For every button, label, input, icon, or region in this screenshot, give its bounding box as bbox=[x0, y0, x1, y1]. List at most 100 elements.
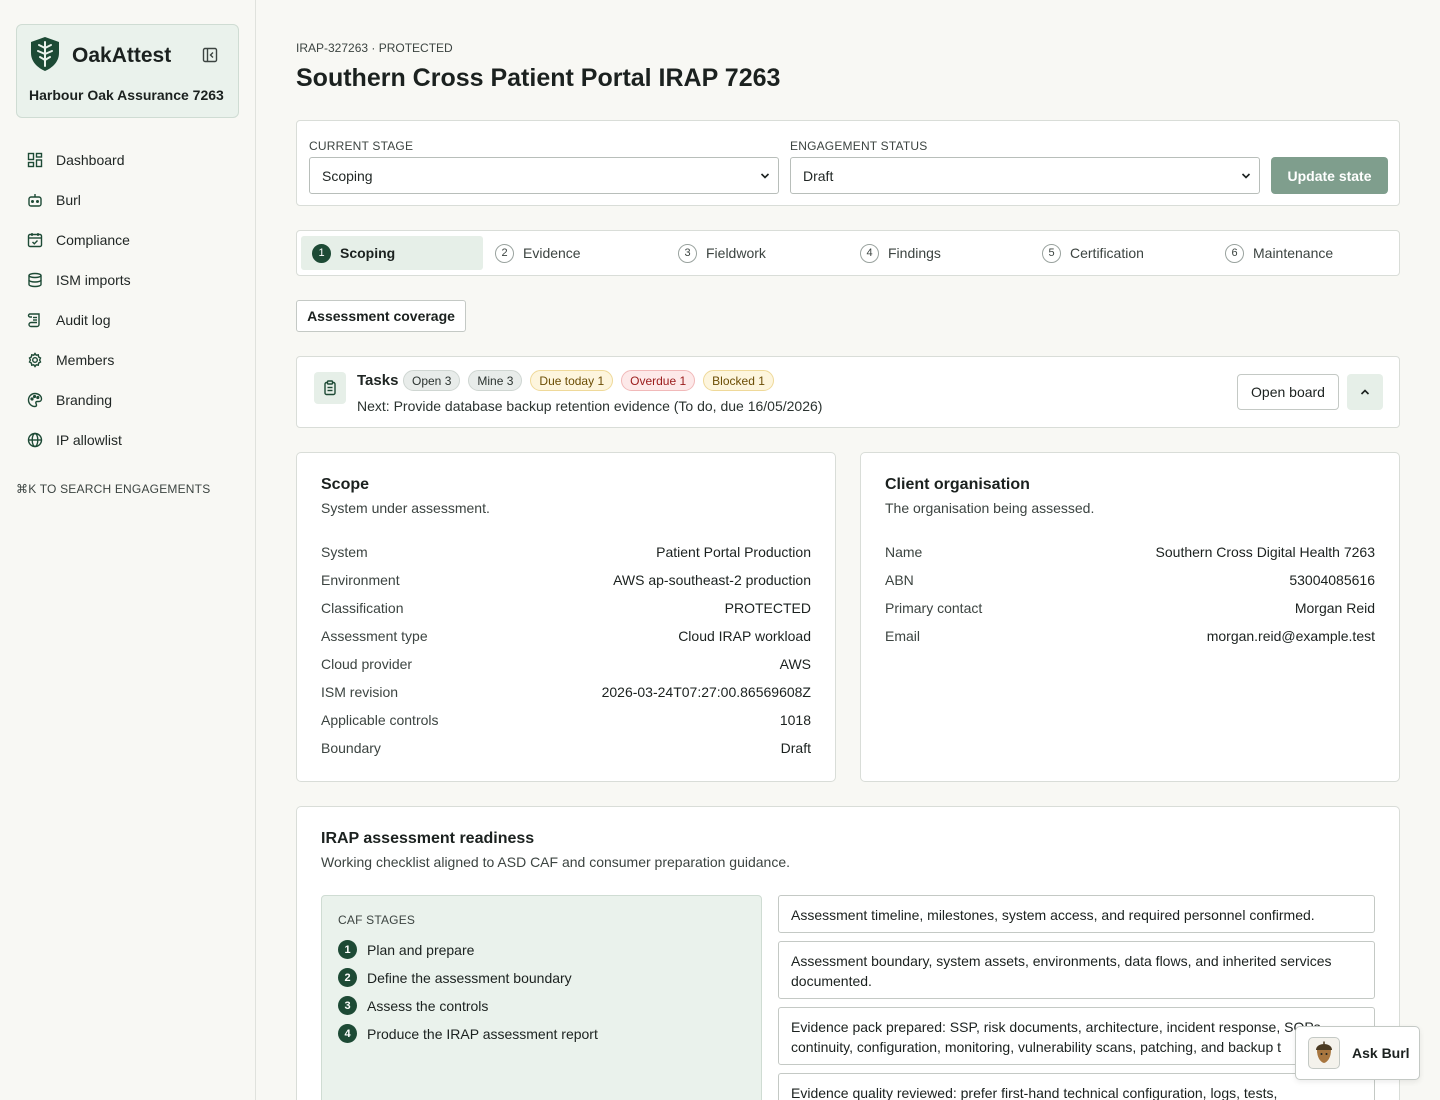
status-label: ENGAGEMENT STATUS bbox=[790, 139, 928, 153]
scope-row: Assessment type Cloud IRAP workload bbox=[321, 622, 811, 650]
step-certification[interactable]: 5 Certification bbox=[1031, 236, 1213, 270]
collapse-sidebar-icon[interactable] bbox=[202, 47, 218, 63]
checklist-item[interactable]: Evidence pack prepared: SSP, risk docume… bbox=[778, 1007, 1375, 1065]
step-fieldwork[interactable]: 3 Fieldwork bbox=[667, 236, 849, 270]
task-badges: Open 3 Mine 3 Due today 1 Overdue 1 Bloc… bbox=[403, 370, 774, 391]
database-icon bbox=[28, 272, 42, 288]
sidebar-item-burl[interactable]: Burl bbox=[16, 180, 240, 220]
checklist-item[interactable]: Evidence quality reviewed: prefer first-… bbox=[778, 1073, 1375, 1100]
row-value: Draft bbox=[780, 740, 811, 756]
badge-mine[interactable]: Mine 3 bbox=[468, 370, 523, 391]
row-value: AWS ap-southeast-2 production bbox=[613, 572, 811, 588]
sidebar-item-label: Branding bbox=[56, 392, 113, 408]
row-key: ISM revision bbox=[321, 684, 399, 700]
row-value: 2026-03-24T07:27:00.86569608Z bbox=[601, 684, 811, 700]
ask-burl-button[interactable]: Ask Burl bbox=[1295, 1026, 1420, 1080]
assessment-coverage-button[interactable]: Assessment coverage bbox=[296, 300, 466, 332]
caf-stage-item: 3 Assess the controls bbox=[338, 996, 488, 1015]
org-name: Harbour Oak Assurance 7263 bbox=[29, 87, 224, 103]
row-key: Environment bbox=[321, 572, 400, 588]
caf-stage-number: 3 bbox=[338, 996, 357, 1015]
scope-row: Classification PROTECTED bbox=[321, 594, 811, 622]
badge-due-today[interactable]: Due today 1 bbox=[530, 370, 614, 391]
client-row: Email morgan.reid@example.test bbox=[885, 622, 1375, 650]
collapse-tasks-button[interactable] bbox=[1347, 374, 1383, 410]
tasks-title: Tasks bbox=[357, 372, 399, 389]
chevron-down-icon bbox=[1241, 173, 1251, 179]
sidebar-item-ip-allowlist[interactable]: IP allowlist bbox=[16, 420, 240, 460]
row-key: Name bbox=[885, 544, 923, 560]
step-scoping[interactable]: 1 Scoping bbox=[301, 236, 483, 270]
oak-shield-logo bbox=[31, 37, 59, 71]
step-number: 5 bbox=[1042, 243, 1061, 263]
step-maintenance[interactable]: 6 Maintenance bbox=[1214, 236, 1396, 270]
scope-row: Boundary Draft bbox=[321, 734, 811, 762]
stage-select[interactable]: Scoping bbox=[309, 157, 779, 194]
step-number: 4 bbox=[860, 243, 879, 263]
step-label: Evidence bbox=[523, 245, 581, 261]
sidebar-item-ism-imports[interactable]: ISM imports bbox=[16, 260, 240, 300]
client-subtitle: The organisation being assessed. bbox=[885, 500, 1095, 516]
scope-subtitle: System under assessment. bbox=[321, 500, 490, 516]
sidebar-item-compliance[interactable]: Compliance bbox=[16, 220, 240, 260]
step-findings[interactable]: 4 Findings bbox=[849, 236, 1031, 270]
row-value: Patient Portal Production bbox=[656, 544, 811, 560]
sidebar-item-audit-log[interactable]: Audit log bbox=[16, 300, 240, 340]
row-key: Boundary bbox=[321, 740, 381, 756]
status-select-value: Draft bbox=[803, 167, 834, 184]
row-value: AWS bbox=[779, 656, 811, 672]
update-state-button[interactable]: Update state bbox=[1271, 157, 1388, 194]
caf-stage-item: 2 Define the assessment boundary bbox=[338, 968, 572, 987]
sidebar-item-members[interactable]: Members bbox=[16, 340, 240, 380]
readiness-panel: IRAP assessment readiness Working checkl… bbox=[296, 806, 1400, 1100]
scope-row: Cloud provider AWS bbox=[321, 650, 811, 678]
sidebar-item-branding[interactable]: Branding bbox=[16, 380, 240, 420]
badge-open[interactable]: Open 3 bbox=[403, 370, 461, 391]
scope-row: ISM revision 2026-03-24T07:27:00.86569608… bbox=[321, 678, 811, 706]
scroll-icon bbox=[27, 313, 40, 328]
chevron-up-icon bbox=[1360, 389, 1370, 395]
client-organisation-panel: Client organisation The organisation bei… bbox=[860, 452, 1400, 782]
step-label: Maintenance bbox=[1253, 245, 1334, 261]
state-card: CURRENT STAGE Scoping ENGAGEMENT STATUS … bbox=[296, 120, 1400, 206]
dashboard-icon bbox=[27, 152, 43, 168]
checklist-item[interactable]: Assessment timeline, milestones, system … bbox=[778, 895, 1375, 933]
status-select[interactable]: Draft bbox=[790, 157, 1260, 194]
open-board-button[interactable]: Open board bbox=[1237, 374, 1339, 410]
sidebar-item-dashboard[interactable]: Dashboard bbox=[16, 140, 240, 180]
sidebar-item-label: IP allowlist bbox=[56, 432, 122, 448]
acorn-avatar-icon bbox=[1308, 1037, 1340, 1069]
row-value: morgan.reid@example.test bbox=[1206, 628, 1375, 644]
step-number: 3 bbox=[678, 243, 697, 263]
search-shortcut-hint[interactable]: ⌘K TO SEARCH ENGAGEMENTS bbox=[16, 482, 210, 496]
step-number: 6 bbox=[1225, 243, 1244, 263]
client-row: Primary contact Morgan Reid bbox=[885, 594, 1375, 622]
badge-blocked[interactable]: Blocked 1 bbox=[703, 370, 774, 391]
gear-icon bbox=[28, 352, 42, 368]
badge-overdue[interactable]: Overdue 1 bbox=[621, 370, 696, 391]
step-evidence[interactable]: 2 Evidence bbox=[484, 236, 666, 270]
readiness-subtitle: Working checklist aligned to ASD CAF and… bbox=[321, 854, 790, 870]
client-row: ABN 53004085616 bbox=[885, 566, 1375, 594]
caf-stage-number: 1 bbox=[338, 940, 357, 959]
caf-stage-label: Define the assessment boundary bbox=[367, 969, 572, 986]
sidebar-item-label: ISM imports bbox=[56, 272, 131, 288]
step-label: Findings bbox=[888, 245, 941, 261]
row-key: Classification bbox=[321, 600, 404, 616]
row-value: PROTECTED bbox=[724, 600, 811, 616]
sidebar: OakAttest Harbour Oak Assurance 7263 Das… bbox=[0, 0, 256, 1100]
row-value: 1018 bbox=[779, 712, 811, 728]
row-key: System bbox=[321, 544, 368, 560]
scope-title: Scope bbox=[321, 476, 370, 493]
caf-stage-label: Plan and prepare bbox=[367, 941, 475, 958]
row-key: Applicable controls bbox=[321, 712, 439, 728]
row-key: Email bbox=[885, 628, 921, 644]
stage-label: CURRENT STAGE bbox=[309, 139, 414, 153]
row-value: Morgan Reid bbox=[1294, 600, 1375, 616]
chevron-down-icon bbox=[760, 173, 770, 179]
row-key: Primary contact bbox=[885, 600, 983, 616]
next-task: Next: Provide database backup retention … bbox=[357, 398, 823, 414]
checklist-item[interactable]: Assessment boundary, system assets, envi… bbox=[778, 941, 1375, 999]
caf-stage-label: Produce the IRAP assessment report bbox=[367, 1025, 598, 1042]
step-label: Certification bbox=[1070, 245, 1144, 261]
